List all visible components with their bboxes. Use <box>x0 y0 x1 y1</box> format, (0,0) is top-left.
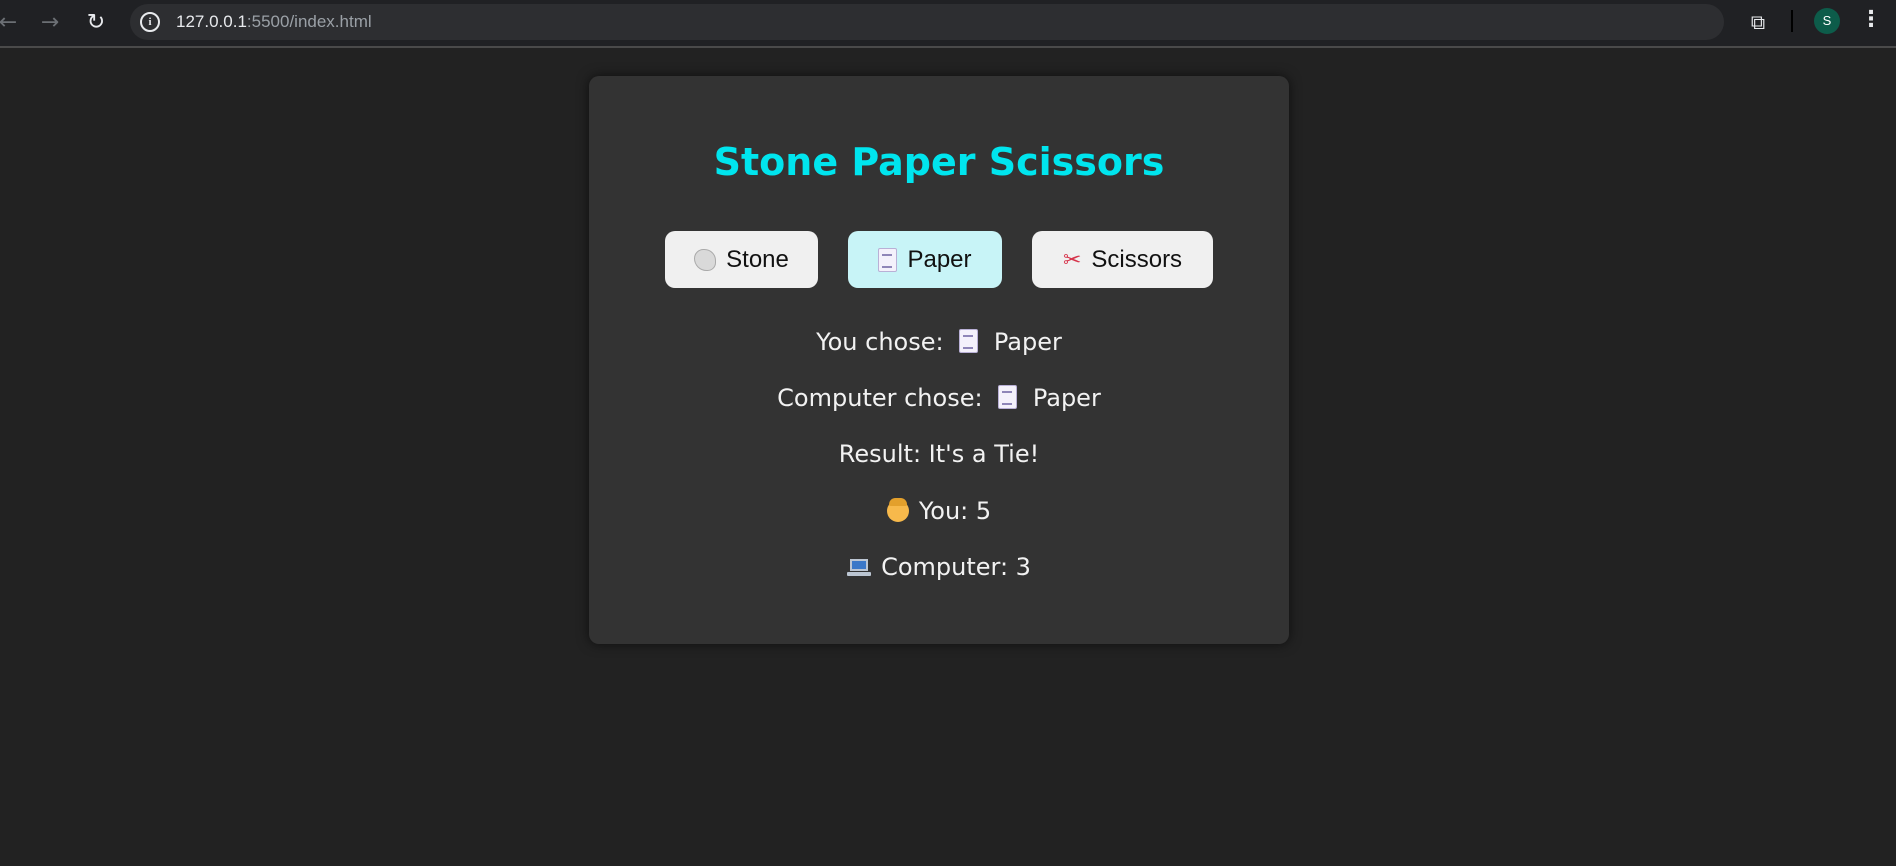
user-score-line: You: 5 <box>589 496 1289 526</box>
page-title: Stone Paper Scissors <box>713 140 1165 184</box>
page-icon <box>959 329 979 353</box>
computer-choice-label: Computer chose: <box>777 384 983 412</box>
rock-icon <box>694 248 717 271</box>
kebab-menu-icon[interactable]: ⋮ <box>1860 8 1882 36</box>
scissors-icon: ✂ <box>1062 246 1082 272</box>
game-card: Stone Paper Scissors Stone Paper ✂ Sciss… <box>589 76 1289 644</box>
profile-avatar[interactable]: S <box>1814 8 1840 34</box>
scissors-button[interactable]: ✂ Scissors <box>1032 231 1213 288</box>
stone-button[interactable]: Stone <box>665 231 818 288</box>
page-icon <box>998 385 1018 409</box>
paper-button-label: Paper <box>907 245 972 273</box>
user-choice-value: Paper <box>993 328 1062 356</box>
result-text: Result: It's a Tie! <box>838 440 1040 468</box>
scissors-button-label: Scissors <box>1091 245 1183 273</box>
browser-toolbar: ← → ↻ i 127.0.0.1:5500/index.html ☆ ⧉ S … <box>0 0 1896 48</box>
person-face-icon <box>886 498 909 522</box>
laptop-icon <box>847 559 872 577</box>
computer-choice-line: Computer chose: Paper <box>589 383 1289 413</box>
back-arrow-icon[interactable]: ← <box>0 9 22 37</box>
site-info-icon[interactable]: i <box>140 12 160 32</box>
user-choice-line: You chose: Paper <box>589 327 1289 357</box>
url-text[interactable]: 127.0.0.1:5500/index.html <box>176 4 372 40</box>
url-host: 127.0.0.1 <box>176 12 247 31</box>
toolbar-divider <box>1791 10 1793 32</box>
reload-icon[interactable]: ↻ <box>82 9 110 37</box>
forward-arrow-icon[interactable]: → <box>36 9 64 37</box>
computer-choice-value: Paper <box>1032 384 1101 412</box>
url-path: :5500/index.html <box>246 12 372 31</box>
paper-button[interactable]: Paper <box>848 231 1002 288</box>
user-score: You: 5 <box>918 497 992 525</box>
page-icon <box>878 247 898 272</box>
address-bar[interactable]: i 127.0.0.1:5500/index.html ☆ <box>130 4 1837 40</box>
stone-button-label: Stone <box>726 245 789 273</box>
user-choice-label: You chose: <box>816 328 944 356</box>
extensions-puzzle-icon[interactable]: ⧉ <box>1744 8 1772 36</box>
computer-score: Computer: 3 <box>881 553 1031 581</box>
computer-score-line: Computer: 3 <box>589 552 1289 582</box>
choice-buttons: Stone Paper ✂ Scissors <box>589 231 1289 289</box>
